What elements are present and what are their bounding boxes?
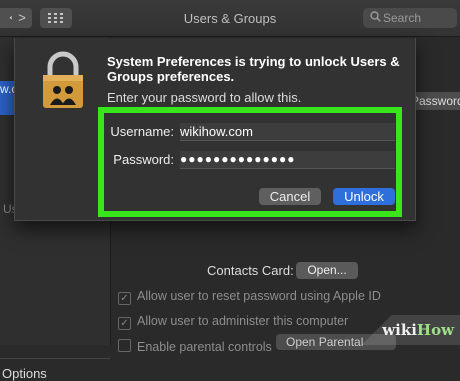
dialog-title: System Preferences is trying to unlock U… — [107, 54, 400, 84]
checkbox[interactable] — [118, 339, 131, 352]
checkbox[interactable]: ✓ — [118, 292, 131, 305]
watermark-wiki: wiki — [382, 321, 417, 339]
lock-users-icon — [40, 50, 86, 115]
window-toolbar: < > Users & Groups Search — [0, 0, 460, 37]
login-options-item[interactable]: Options — [2, 366, 47, 381]
highlight-box — [98, 107, 402, 217]
checkbox[interactable]: ✓ — [118, 317, 131, 330]
sidebar-divider — [0, 358, 110, 359]
parental-controls-option[interactable]: Enable parental controls — [118, 339, 272, 354]
search-field[interactable]: Search — [363, 8, 457, 28]
checkbox-label: Allow user to reset password using Apple… — [137, 289, 381, 303]
search-placeholder: Search — [383, 11, 422, 25]
reset-password-option[interactable]: ✓ Allow user to reset password using Appl… — [118, 289, 381, 305]
contacts-card-label: Contacts Card: — [207, 263, 294, 278]
search-icon — [370, 11, 381, 25]
wikihow-watermark: wikiHow — [358, 315, 460, 345]
open-contacts-button[interactable]: Open... — [296, 262, 358, 279]
checkbox-label: Enable parental controls — [137, 340, 272, 354]
dialog-subtitle: Enter your password to allow this. — [107, 90, 302, 105]
checkbox-label: Allow user to administer this computer — [137, 314, 349, 328]
administer-option[interactable]: ✓ Allow user to administer this computer — [118, 314, 348, 330]
watermark-how: How — [416, 321, 454, 339]
